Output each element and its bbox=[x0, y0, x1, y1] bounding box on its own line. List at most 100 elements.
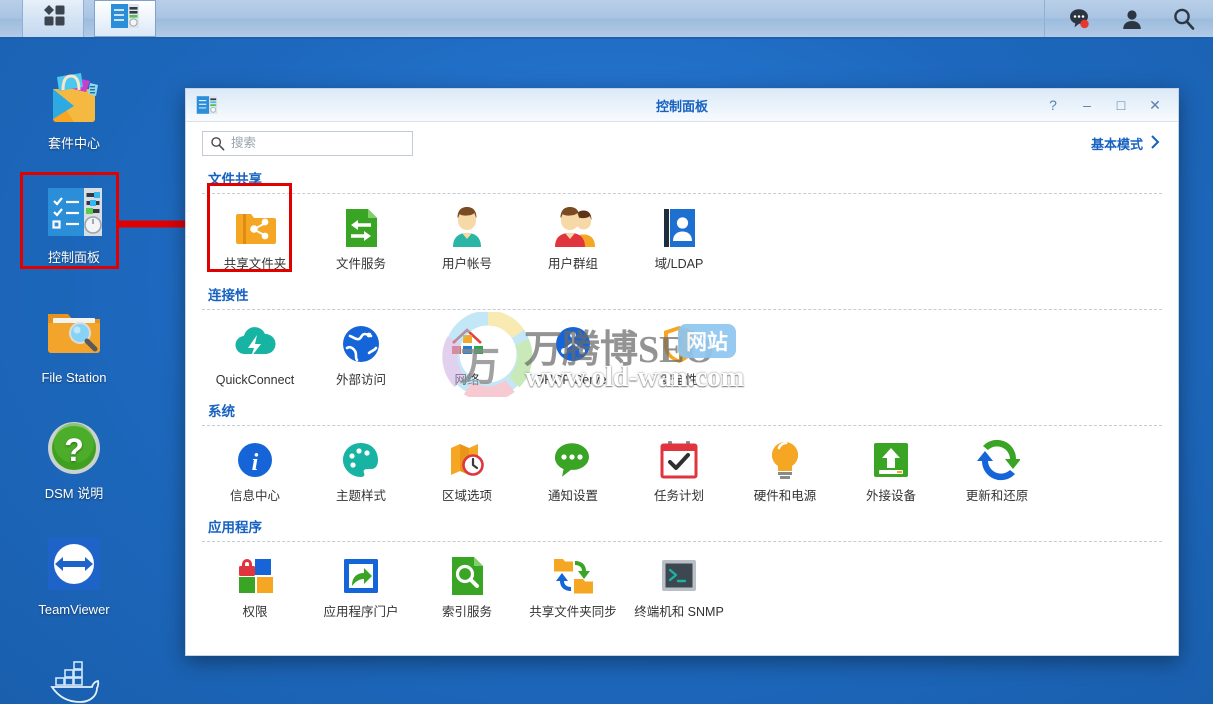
close-button[interactable]: ✕ bbox=[1148, 98, 1162, 112]
teamviewer-icon bbox=[42, 532, 106, 596]
desktop-icon-dsm-help[interactable]: ? DSM 说明 bbox=[14, 416, 134, 502]
info-center-icon: i bbox=[232, 437, 278, 483]
external-access-icon bbox=[338, 321, 384, 367]
cp-item-theme[interactable]: 主题样式 bbox=[308, 437, 414, 504]
desktop-icon-label: TeamViewer bbox=[38, 602, 110, 617]
privileges-icon bbox=[232, 553, 278, 599]
search-icon bbox=[210, 136, 225, 151]
cp-item-label: 应用程序门户 bbox=[323, 605, 399, 619]
domain-ldap-icon bbox=[656, 205, 702, 251]
section-title-applications: 应用程序 bbox=[208, 520, 262, 535]
desktop-icon-label: File Station bbox=[41, 370, 107, 385]
cp-item-label: 信息中心 bbox=[229, 489, 280, 503]
svg-text:?: ? bbox=[64, 432, 84, 468]
update-restore-icon bbox=[974, 437, 1021, 483]
section-items-applications: 权限 应用程序门户 索引服务 共享文件夹同步 终端机和 SNMP bbox=[202, 542, 1162, 628]
hardware-power-icon bbox=[762, 437, 808, 483]
control-panel-icon bbox=[110, 3, 140, 34]
cp-item-quickconnect[interactable]: QuickConnect bbox=[202, 321, 308, 388]
taskbar-left-group bbox=[0, 0, 156, 37]
window-controls: ? – □ ✕ bbox=[1046, 98, 1178, 112]
quickconnect-icon bbox=[232, 321, 278, 367]
cp-item-domain-ldap[interactable]: 域/LDAP bbox=[626, 205, 732, 272]
cp-item-label: 索引服务 bbox=[441, 605, 492, 619]
cp-item-info-center[interactable]: i 信息中心 bbox=[202, 437, 308, 504]
user-options-button[interactable] bbox=[1119, 6, 1145, 32]
network-icon bbox=[444, 321, 490, 367]
file-station-icon bbox=[42, 300, 106, 364]
basic-mode-link[interactable]: 基本模式 bbox=[1091, 134, 1160, 153]
cp-item-hardware-power[interactable]: 硬件和电源 bbox=[732, 437, 838, 504]
cp-item-application-portal[interactable]: 应用程序门户 bbox=[308, 553, 414, 620]
main-menu-button[interactable] bbox=[22, 0, 84, 37]
search-button[interactable] bbox=[1171, 6, 1197, 32]
taskbar-spacer bbox=[156, 0, 1044, 37]
desktop-icon-file-station[interactable]: File Station bbox=[14, 300, 134, 386]
cp-item-notification[interactable]: 通知设置 bbox=[520, 437, 626, 504]
desktop-icon-label: DSM 说明 bbox=[44, 486, 104, 501]
cp-item-update-restore[interactable]: 更新和还原 bbox=[944, 437, 1050, 504]
desktop-icon-control-panel[interactable]: 控制面板 bbox=[14, 180, 134, 266]
package-center-icon bbox=[42, 66, 106, 130]
cp-item-label: QuickConnect bbox=[215, 373, 295, 387]
desktop-icon-label: 控制面板 bbox=[47, 250, 100, 265]
cp-item-regional-options[interactable]: 区域选项 bbox=[414, 437, 520, 504]
cp-item-security[interactable]: 安全性 bbox=[626, 321, 732, 388]
shared-folder-icon bbox=[232, 205, 278, 251]
cp-item-label: 区域选项 bbox=[441, 489, 492, 503]
user-group-icon bbox=[550, 205, 596, 251]
cp-item-user-account[interactable]: 用户帐号 bbox=[414, 205, 520, 272]
cp-item-indexing-service[interactable]: 索引服务 bbox=[414, 553, 520, 620]
svg-text:i: i bbox=[252, 450, 259, 476]
search-box[interactable] bbox=[202, 130, 413, 156]
control-panel-icon bbox=[42, 180, 106, 244]
window-titlebar[interactable]: 控制面板 ? – □ ✕ bbox=[186, 89, 1178, 122]
external-devices-icon bbox=[868, 437, 914, 483]
user-account-icon bbox=[444, 205, 490, 251]
section-title-connectivity: 连接性 bbox=[208, 288, 249, 303]
help-button[interactable]: ? bbox=[1046, 98, 1060, 112]
cp-item-external-devices[interactable]: 外接设备 bbox=[838, 437, 944, 504]
dhcp-server-icon bbox=[550, 321, 596, 367]
search-input[interactable] bbox=[231, 136, 401, 150]
section-items-connectivity: QuickConnect 外部访问 网络 DHCP Server 安全性 bbox=[202, 310, 1162, 396]
chevron-right-icon bbox=[1150, 134, 1160, 152]
cp-item-network[interactable]: 网络 bbox=[414, 321, 520, 388]
cp-item-label: 共享文件夹同步 bbox=[529, 605, 617, 619]
cp-item-label: 主题样式 bbox=[335, 489, 386, 503]
desktop-icon-package-center[interactable]: 套件中心 bbox=[14, 66, 134, 152]
cp-item-label: 权限 bbox=[242, 605, 268, 619]
minimize-button[interactable]: – bbox=[1080, 98, 1094, 112]
application-portal-icon bbox=[338, 553, 384, 599]
grid-squares-icon bbox=[40, 4, 66, 33]
section-items-system: i 信息中心 主题样式 区域选项 通知设置 任务计划 硬件和电源 外接设备 更新… bbox=[202, 426, 1162, 512]
control-panel-window: 控制面板 ? – □ ✕ 基本模式 文件共享 bbox=[185, 88, 1179, 656]
cp-item-shared-folder-sync[interactable]: 共享文件夹同步 bbox=[520, 553, 626, 620]
taskbar-item-control-panel[interactable] bbox=[94, 0, 156, 37]
cp-item-label: 任务计划 bbox=[653, 489, 704, 503]
window-title: 控制面板 bbox=[655, 98, 708, 114]
desktop-icon-docker[interactable] bbox=[14, 648, 134, 704]
cp-item-dhcp-server[interactable]: DHCP Server bbox=[520, 321, 626, 388]
cp-item-task-scheduler[interactable]: 任务计划 bbox=[626, 437, 732, 504]
security-shield-icon bbox=[656, 321, 702, 367]
cp-item-label: 用户群组 bbox=[547, 257, 598, 271]
cp-item-label: 共享文件夹 bbox=[223, 257, 287, 271]
notifications-button[interactable] bbox=[1067, 6, 1093, 32]
cp-item-shared-folder[interactable]: 共享文件夹 bbox=[202, 205, 308, 272]
cp-item-terminal-snmp[interactable]: 终端机和 SNMP bbox=[626, 553, 732, 620]
file-services-icon bbox=[338, 205, 384, 251]
cp-item-label: 硬件和电源 bbox=[753, 489, 817, 503]
taskbar bbox=[0, 0, 1213, 39]
taskbar-tray bbox=[1044, 0, 1213, 37]
cp-item-file-services[interactable]: 文件服务 bbox=[308, 205, 414, 272]
maximize-button[interactable]: □ bbox=[1114, 98, 1128, 112]
desktop-icon-teamviewer[interactable]: TeamViewer bbox=[14, 532, 134, 618]
desktop-icon-label: 套件中心 bbox=[47, 136, 100, 151]
cp-item-label: 用户帐号 bbox=[441, 257, 492, 271]
section-title-file-sharing: 文件共享 bbox=[208, 172, 262, 187]
cp-item-label: 外部访问 bbox=[335, 373, 386, 387]
cp-item-external-access[interactable]: 外部访问 bbox=[308, 321, 414, 388]
cp-item-privileges[interactable]: 权限 bbox=[202, 553, 308, 620]
cp-item-user-group[interactable]: 用户群组 bbox=[520, 205, 626, 272]
